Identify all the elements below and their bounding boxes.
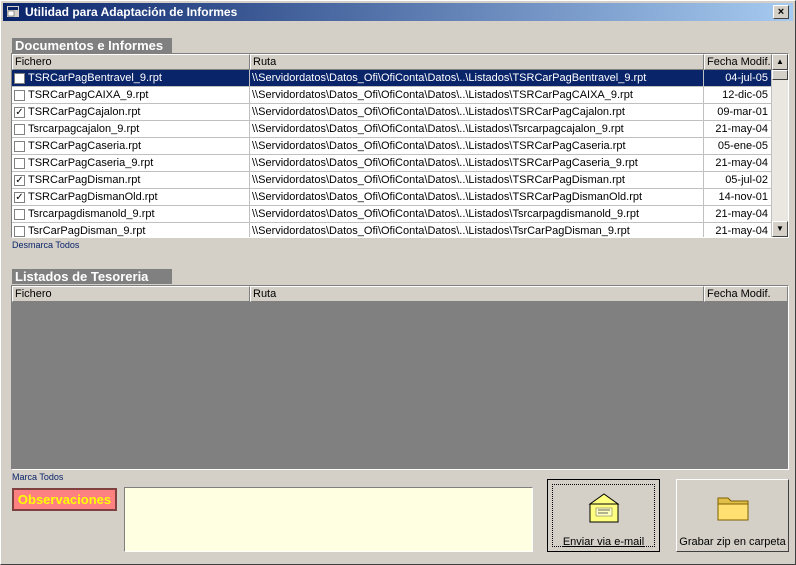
observations-textarea[interactable] <box>124 487 533 552</box>
row-checkbox[interactable] <box>14 124 25 135</box>
file-name: Tsrcarpagcajalon_9.rpt <box>28 123 140 135</box>
file-cell[interactable]: ✓ TSRCarPagDismanOld.rpt <box>12 189 250 206</box>
file-cell[interactable]: TSRCarPagCAIXA_9.rpt <box>12 87 250 104</box>
scroll-down-button[interactable]: ▼ <box>772 221 788 237</box>
table-row[interactable]: TSRCarPagCAIXA_9.rpt \\Servidordatos\Dato… <box>12 87 772 104</box>
table-row[interactable]: TSRCarPagCaseria_9.rpt \\Servidordatos\Da… <box>12 155 772 172</box>
header-fichero[interactable]: Fichero <box>12 286 250 302</box>
path-cell[interactable]: \\Servidordatos\Datos_Ofi\OfiConta\Datos… <box>250 138 704 155</box>
window-title: Utilidad para Adaptación de Informes <box>25 5 238 19</box>
mark-all-link[interactable]: Marca Todos <box>12 472 63 482</box>
row-checkbox[interactable] <box>14 141 25 152</box>
date-cell[interactable]: 12-dic-05 <box>704 87 772 104</box>
send-email-button[interactable]: Enviar via e-mail <box>547 479 660 552</box>
file-cell[interactable]: Tsrcarpagcajalon_9.rpt <box>12 121 250 138</box>
table-row[interactable]: Tsrcarpagcajalon_9.rpt \\Servidordatos\Da… <box>12 121 772 138</box>
row-checkbox[interactable]: ✓ <box>14 107 25 118</box>
row-checkbox[interactable] <box>14 209 25 220</box>
path-cell[interactable]: \\Servidordatos\Datos_Ofi\OfiConta\Datos… <box>250 223 704 237</box>
file-cell[interactable]: ✓ TSRCarPagDisman.rpt <box>12 172 250 189</box>
date-cell[interactable]: 14-nov-01 <box>704 189 772 206</box>
date-cell[interactable]: 05-jul-02 <box>704 172 772 189</box>
table-row[interactable]: TSRCarPagBentravel_9.rpt \\Servidordatos\… <box>12 70 772 87</box>
documentos-section-label: Documentos e Informes <box>12 38 172 53</box>
file-cell[interactable]: Tsrcarpagdismanold_9.rpt <box>12 206 250 223</box>
table-row[interactable]: ✓ TSRCarPagCajalon.rpt \\Servidordatos\Dat… <box>12 104 772 121</box>
path-cell[interactable]: \\Servidordatos\Datos_Ofi\OfiConta\Datos… <box>250 155 704 172</box>
documentos-grid[interactable]: Fichero Ruta Fecha Modif. TSRCarPagBentr… <box>11 53 789 238</box>
save-zip-label: Grabar zip en carpeta <box>679 536 786 548</box>
date-cell[interactable]: 21-may-04 <box>704 155 772 172</box>
observations-label: Observaciones <box>12 488 117 511</box>
header-fichero[interactable]: Fichero <box>12 54 250 70</box>
scroll-thumb[interactable] <box>772 70 788 80</box>
row-checkbox[interactable]: ✓ <box>14 175 25 186</box>
file-cell[interactable]: TSRCarPagCaseria_9.rpt <box>12 155 250 172</box>
row-checkbox[interactable] <box>14 73 25 84</box>
file-name: TSRCarPagCaseria.rpt <box>28 140 142 152</box>
row-checkbox[interactable] <box>14 226 25 237</box>
path-cell[interactable]: \\Servidordatos\Datos_Ofi\OfiConta\Datos… <box>250 189 704 206</box>
documentos-vscrollbar[interactable]: ▲ ▼ <box>772 54 788 237</box>
header-ruta[interactable]: Ruta <box>250 54 704 70</box>
header-fecha[interactable]: Fecha Modif. <box>704 54 772 70</box>
save-zip-button[interactable]: Grabar zip en carpeta <box>676 479 789 552</box>
file-name: TSRCarPagCajalon.rpt <box>28 106 141 118</box>
send-email-label: Enviar via e-mail <box>562 536 645 548</box>
app-icon <box>7 6 19 17</box>
file-name: Tsrcarpagdismanold_9.rpt <box>28 208 155 220</box>
header-ruta[interactable]: Ruta <box>250 286 704 302</box>
file-name: TSRCarPagDismanOld.rpt <box>28 191 158 203</box>
file-cell[interactable]: TsrCarPagDisman_9.rpt <box>12 223 250 237</box>
date-cell[interactable]: 21-may-04 <box>704 206 772 223</box>
close-icon: × <box>777 5 785 18</box>
table-row[interactable]: ✓ TSRCarPagDisman.rpt \\Servidordatos\Dato… <box>12 172 772 189</box>
table-row[interactable]: TSRCarPagCaseria.rpt \\Servidordatos\Dato… <box>12 138 772 155</box>
file-cell[interactable]: TSRCarPagBentravel_9.rpt <box>12 70 250 87</box>
file-name: TSRCarPagBentravel_9.rpt <box>28 72 162 84</box>
file-cell[interactable]: ✓ TSRCarPagCajalon.rpt <box>12 104 250 121</box>
date-cell[interactable]: 05-ene-05 <box>704 138 772 155</box>
table-row[interactable]: Tsrcarpagdismanold_9.rpt \\Servidordatos\… <box>12 206 772 223</box>
file-name: TSRCarPagDisman.rpt <box>28 174 141 186</box>
path-cell[interactable]: \\Servidordatos\Datos_Ofi\OfiConta\Datos… <box>250 104 704 121</box>
date-cell[interactable]: 04-jul-05 <box>704 70 772 87</box>
close-button[interactable]: × <box>773 5 789 19</box>
path-cell[interactable]: \\Servidordatos\Datos_Ofi\OfiConta\Datos… <box>250 87 704 104</box>
main-window: Utilidad para Adaptación de Informes × D… <box>0 0 796 565</box>
scroll-up-button[interactable]: ▲ <box>772 54 788 70</box>
path-cell[interactable]: \\Servidordatos\Datos_Ofi\OfiConta\Datos… <box>250 70 704 87</box>
file-cell[interactable]: TSRCarPagCaseria.rpt <box>12 138 250 155</box>
table-row[interactable]: TsrCarPagDisman_9.rpt \\Servidordatos\Dat… <box>12 223 772 237</box>
table-row[interactable]: ✓ TSRCarPagDismanOld.rpt \\Servidordatos\D… <box>12 189 772 206</box>
file-name: TSRCarPagCaseria_9.rpt <box>28 157 154 169</box>
scroll-up-icon: ▲ <box>776 57 784 66</box>
unmark-all-link[interactable]: Desmarca Todos <box>12 240 79 250</box>
date-cell[interactable]: 09-mar-01 <box>704 104 772 121</box>
row-checkbox[interactable]: ✓ <box>14 192 25 203</box>
path-cell[interactable]: \\Servidordatos\Datos_Ofi\OfiConta\Datos… <box>250 206 704 223</box>
row-checkbox[interactable] <box>14 90 25 101</box>
envelope-icon <box>587 492 620 527</box>
path-cell[interactable]: \\Servidordatos\Datos_Ofi\OfiConta\Datos… <box>250 121 704 138</box>
date-cell[interactable]: 21-may-04 <box>704 223 772 237</box>
header-fecha[interactable]: Fecha Modif. <box>704 286 788 302</box>
tesoreria-section-label: Listados de Tesoreria <box>12 269 172 284</box>
tesoreria-grid[interactable]: Fichero Ruta Fecha Modif. <box>11 285 789 470</box>
scroll-down-icon: ▼ <box>776 224 784 233</box>
documentos-rows: TSRCarPagBentravel_9.rpt \\Servidordatos\… <box>12 70 772 237</box>
date-cell[interactable]: 21-may-04 <box>704 121 772 138</box>
file-name: TsrCarPagDisman_9.rpt <box>28 225 146 237</box>
title-bar[interactable]: Utilidad para Adaptación de Informes × <box>3 3 793 21</box>
folder-icon <box>716 492 750 525</box>
path-cell[interactable]: \\Servidordatos\Datos_Ofi\OfiConta\Datos… <box>250 172 704 189</box>
file-name: TSRCarPagCAIXA_9.rpt <box>28 89 149 101</box>
row-checkbox[interactable] <box>14 158 25 169</box>
